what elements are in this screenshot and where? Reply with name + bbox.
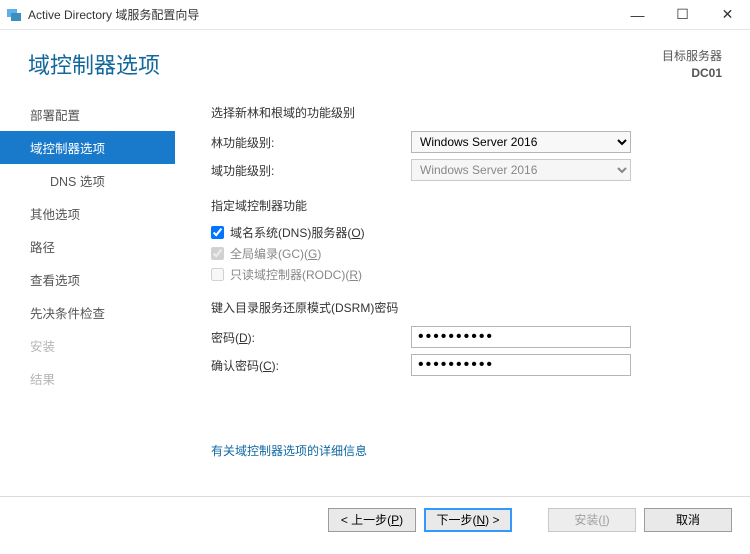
previous-button[interactable]: < 上一步(P) [328,508,416,532]
app-icon [6,7,22,23]
nav-item-5[interactable]: 查看选项 [0,263,175,296]
minimize-button[interactable]: — [615,0,660,30]
capabilities-heading: 指定域控制器功能 [211,197,722,214]
password-label: 密码(D): [211,329,411,346]
dsrm-heading: 键入目录服务还原模式(DSRM)密码 [211,299,722,316]
rodc-checkbox-label: 只读域控制器(RODC)(R) [230,266,362,283]
nav-item-1[interactable]: 域控制器选项 [0,131,175,164]
gc-checkbox-label: 全局编录(GC)(G) [230,245,321,262]
confirm-password-field[interactable] [411,354,631,376]
domain-level-combo[interactable]: Windows Server 2016 [411,159,631,181]
maximize-button[interactable]: ☐ [660,0,705,30]
nav-item-0[interactable]: 部署配置 [0,98,175,131]
close-button[interactable]: ✕ [705,0,750,30]
target-server-label: 目标服务器 [662,48,722,65]
window-title: Active Directory 域服务配置向导 [28,6,615,23]
install-button: 安装(I) [548,508,636,532]
nav-item-6[interactable]: 先决条件检查 [0,296,175,329]
header: 域控制器选项 目标服务器 DC01 [0,30,750,86]
dns-checkbox[interactable] [211,226,224,239]
more-info-link[interactable]: 有关域控制器选项的详细信息 [211,442,367,459]
password-field[interactable] [411,326,631,348]
target-server-value: DC01 [662,65,722,82]
gc-checkbox-row: 全局编录(GC)(G) [211,245,722,262]
domain-level-label: 域功能级别: [211,162,411,179]
nav-item-7: 安装 [0,329,175,362]
forest-level-label: 林功能级别: [211,134,411,151]
wizard-nav: 部署配置域控制器选项DNS 选项其他选项路径查看选项先决条件检查安装结果 [0,86,175,496]
target-server-block: 目标服务器 DC01 [662,48,722,82]
content-pane: 选择新林和根域的功能级别 林功能级别: Windows Server 2016 … [175,86,750,496]
confirm-password-label: 确认密码(C): [211,357,411,374]
functional-level-heading: 选择新林和根域的功能级别 [211,104,722,121]
cancel-button[interactable]: 取消 [644,508,732,532]
rodc-checkbox [211,268,224,281]
titlebar: Active Directory 域服务配置向导 — ☐ ✕ [0,0,750,30]
nav-item-3[interactable]: 其他选项 [0,197,175,230]
nav-item-4[interactable]: 路径 [0,230,175,263]
footer: < 上一步(P) 下一步(N) > 安装(I) 取消 [0,496,750,542]
next-button[interactable]: 下一步(N) > [424,508,512,532]
gc-checkbox [211,247,224,260]
forest-level-combo[interactable]: Windows Server 2016 [411,131,631,153]
nav-item-2[interactable]: DNS 选项 [0,164,175,197]
rodc-checkbox-row: 只读域控制器(RODC)(R) [211,266,722,283]
dns-checkbox-label: 域名系统(DNS)服务器(O) [230,224,365,241]
nav-item-8: 结果 [0,362,175,395]
window-buttons: — ☐ ✕ [615,0,750,30]
page-title: 域控制器选项 [28,48,722,80]
dns-checkbox-row[interactable]: 域名系统(DNS)服务器(O) [211,224,722,241]
